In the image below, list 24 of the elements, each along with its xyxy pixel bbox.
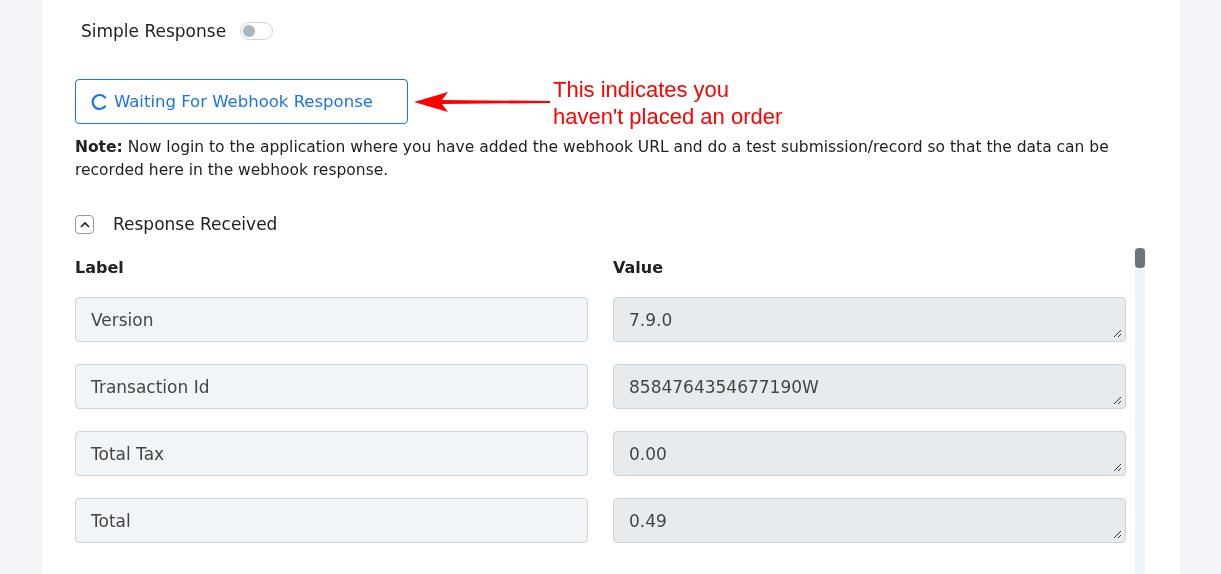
annotation-text: This indicates you haven't placed an order — [553, 76, 783, 130]
label-field[interactable]: Total — [75, 498, 588, 543]
chevron-up-icon — [79, 220, 90, 228]
column-header: Label — [75, 258, 125, 278]
value-field[interactable]: 0.49 — [613, 498, 1126, 543]
value-field[interactable]: 8584764354677190W — [613, 364, 1126, 409]
resize-handle-icon[interactable] — [1113, 530, 1122, 539]
toggle-label: Simple Response — [81, 21, 227, 41]
resize-handle-icon[interactable] — [1113, 396, 1122, 405]
label-field[interactable]: Version — [75, 297, 588, 342]
label-field[interactable]: Total Tax — [75, 431, 588, 476]
resize-handle-icon[interactable] — [1113, 329, 1122, 338]
resize-handle-icon[interactable] — [1113, 463, 1122, 472]
label-field[interactable]: Transaction Id — [75, 364, 588, 409]
value-field[interactable]: 0.00 — [613, 431, 1126, 476]
waiting-button[interactable]: Waiting For Webhook Response — [75, 79, 408, 124]
toggle-switch[interactable] — [240, 22, 274, 40]
section-title: Response Received — [113, 214, 278, 234]
scrollbar[interactable] — [1135, 248, 1145, 574]
column-header: Value — [613, 258, 665, 278]
value-field[interactable]: 7.9.0 — [613, 297, 1126, 342]
collapse-button[interactable] — [75, 214, 94, 234]
note-text: Note: Now login to the application where you have added the webhook URL and do a test submission/record so that the data can be recorded here in the webhook response. — [75, 137, 1110, 181]
spinner-icon — [90, 92, 108, 111]
